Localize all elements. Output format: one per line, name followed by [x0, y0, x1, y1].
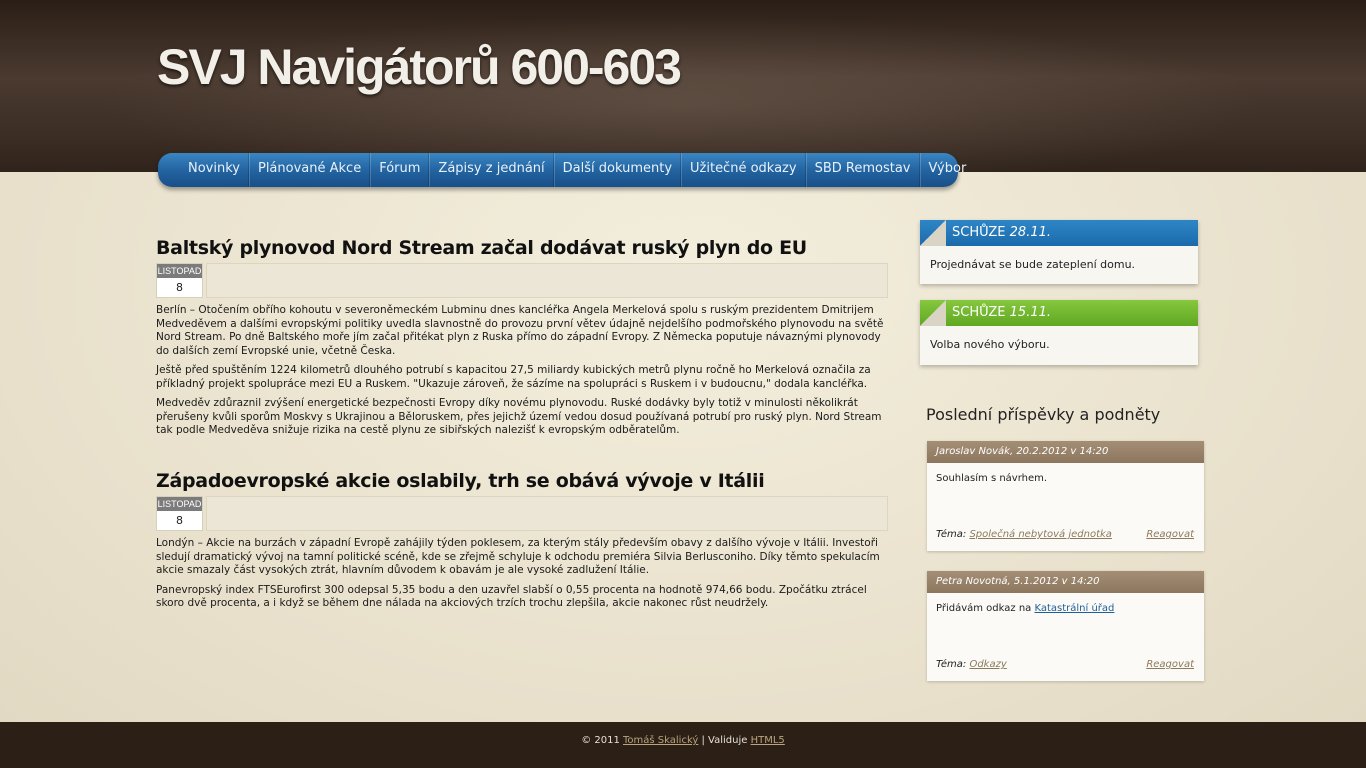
comment-footer: Téma: Odkazy Reagovat: [927, 655, 1204, 681]
meeting-label: SCHŮZE: [952, 225, 1006, 240]
footer-validator-link[interactable]: HTML5: [751, 735, 785, 746]
site-footer: © 2011 Tomáš Skalický | Validuje HTML5: [0, 722, 1366, 768]
date-badge: LISTOPAD 8: [156, 263, 203, 298]
comment-link[interactable]: Katastrální úřad: [1034, 603, 1114, 614]
footer-copyright: © 2011: [581, 735, 620, 746]
nav-item-sbd-remostav[interactable]: SBD Remostav: [805, 153, 920, 187]
date-badge: LISTOPAD 8: [156, 496, 203, 531]
comment-text: Souhlasím s návrhem.: [927, 463, 1204, 525]
date-month: LISTOPAD: [157, 497, 202, 511]
comment-text-body: Přidávám odkaz na: [936, 603, 1035, 614]
topic-link[interactable]: Odkazy: [969, 659, 1006, 670]
meeting-box: SCHŮZE 28.11. Projednávat se bude zatepl…: [920, 220, 1198, 284]
meeting-date: 15.11.: [1009, 305, 1052, 320]
meeting-label: SCHŮZE: [952, 305, 1006, 320]
reply-link[interactable]: Reagovat: [1146, 659, 1194, 670]
reply-link[interactable]: Reagovat: [1146, 529, 1194, 540]
meeting-text: Projednávat se bude zateplení domu.: [930, 258, 1136, 271]
article-paragraph: Londýn – Akcie na burzách v západní Evro…: [156, 537, 880, 576]
comment-author-date: Petra Novotná, 5.1.2012 v 14:20: [927, 571, 1204, 593]
article: Západoevropské akcie oslabily, trh se ob…: [156, 470, 888, 611]
article-meta: LISTOPAD 8: [156, 263, 888, 298]
site-title[interactable]: SVJ Navigátorů 600-603: [157, 38, 682, 96]
nav-item-forum[interactable]: Fórum: [370, 153, 430, 187]
article-paragraph: Panevropský index FTSEurofirst 300 odeps…: [156, 583, 867, 610]
article-body: Londýn – Akcie na burzách v západní Evro…: [156, 537, 888, 611]
footer-separator: | Validuje: [701, 735, 748, 746]
nav-item-uzitecne-odkazy[interactable]: Užitečné odkazy: [681, 153, 806, 187]
comment-card: Petra Novotná, 5.1.2012 v 14:20 Přidávám…: [927, 571, 1204, 681]
meeting-box: SCHŮZE 15.11. Volba nového výboru.: [920, 300, 1198, 365]
article-body: Berlín – Otočením obřího kohoutu v sever…: [156, 304, 888, 438]
meta-bar: [206, 496, 888, 531]
nav-item-novinky[interactable]: Novinky: [180, 153, 249, 187]
main-navigation: Novinky Plánované Akce Fórum Zápisy z je…: [158, 153, 966, 187]
comments-heading: Poslední příspěvky a podněty: [926, 405, 1161, 424]
comment-footer: Téma: Společná nebytová jednotka Reagova…: [927, 525, 1204, 551]
topic-label: Téma:: [936, 659, 967, 670]
topic-label: Téma:: [936, 529, 967, 540]
comment-text-body: Souhlasím s návrhem.: [936, 473, 1048, 484]
nav-item-planovane-akce[interactable]: Plánované Akce: [248, 153, 371, 187]
article-title[interactable]: Západoevropské akcie oslabily, trh se ob…: [156, 470, 888, 492]
article-paragraph: Medveděv zdůraznil zvýšení energetické b…: [156, 397, 882, 436]
comment-topic: Téma: Odkazy: [936, 659, 1007, 670]
article-meta: LISTOPAD 8: [156, 496, 888, 531]
nav-item-zapisy[interactable]: Zápisy z jednání: [429, 153, 554, 187]
meta-bar: [206, 263, 888, 298]
article-paragraph: Ještě před spuštěním 1224 kilometrů dlou…: [156, 364, 871, 390]
meeting-box-header[interactable]: SCHŮZE 15.11.: [920, 300, 1198, 326]
meeting-text: Volba nového výboru.: [930, 338, 1050, 351]
corner-fold-icon: [920, 220, 946, 246]
nav-item-dalsi-dokumenty[interactable]: Další dokumenty: [553, 153, 682, 187]
article-title[interactable]: Baltský plynovod Nord Stream začal dodáv…: [156, 237, 888, 259]
meeting-date: 28.11.: [1009, 225, 1052, 240]
nav-item-vybor[interactable]: Výbor: [919, 153, 975, 187]
meeting-box-header[interactable]: SCHŮZE 28.11.: [920, 220, 1198, 246]
article: Baltský plynovod Nord Stream začal dodáv…: [156, 237, 888, 438]
date-day: 8: [176, 281, 183, 294]
date-day: 8: [176, 514, 183, 527]
topic-link[interactable]: Společná nebytová jednotka: [969, 529, 1111, 540]
comment-card: Jaroslav Novák, 20.2.2012 v 14:20 Souhla…: [927, 441, 1204, 551]
comment-topic: Téma: Společná nebytová jednotka: [936, 529, 1112, 540]
comment-author-date: Jaroslav Novák, 20.2.2012 v 14:20: [927, 441, 1204, 463]
date-month: LISTOPAD: [157, 264, 202, 278]
comment-text: Přidávám odkaz na Katastrální úřad: [927, 593, 1204, 655]
footer-author-link[interactable]: Tomáš Skalický: [623, 735, 698, 746]
article-paragraph: Berlín – Otočením obřího kohoutu v sever…: [156, 304, 884, 357]
corner-fold-icon: [920, 300, 946, 326]
